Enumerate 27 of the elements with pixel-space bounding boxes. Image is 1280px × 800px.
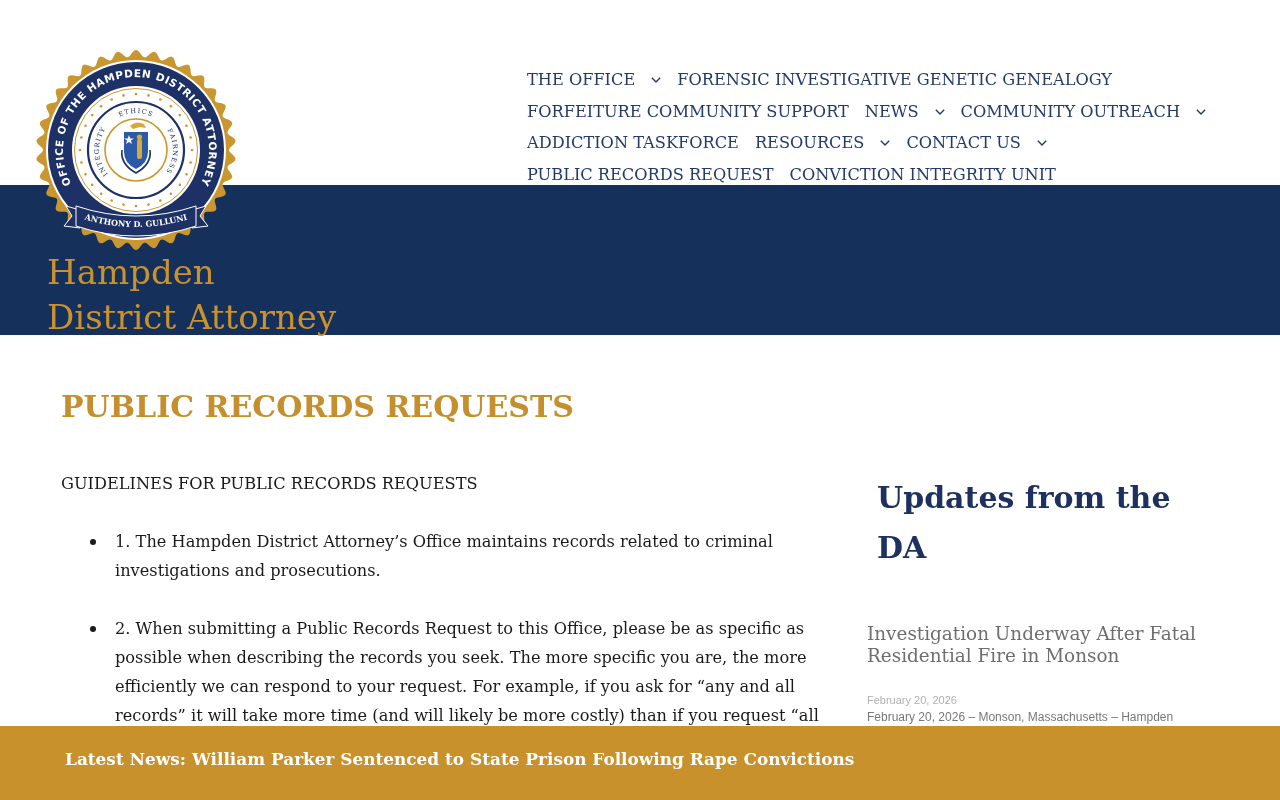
nav-link[interactable]: PUBLIC RECORDS REQUEST <box>527 164 774 185</box>
list-item-text: 1. The Hampden District Attorney’s Office maintains records related to criminal investigations and prosecutions. <box>115 531 774 582</box>
nav-link[interactable]: FORFEITURE COMMUNITY SUPPORT <box>527 101 849 122</box>
nav-link[interactable]: CONVICTION INTEGRITY UNIT <box>789 164 1056 185</box>
chevron-down-icon[interactable] <box>934 108 945 115</box>
post-date: February 20, 2026 <box>867 693 957 707</box>
list-item-text: 2. When submitting a Public Records Request to this Office, please be as specific as possible when describing the records you seek. The more specific you are, the more efficiently we can respond to your request. For example, if you ask for “any and all records” it will take more time (and will likely be more costly) than if you request “all <box>115 618 820 727</box>
section-heading: GUIDELINES FOR PUBLIC RECORDS REQUESTS <box>61 473 478 495</box>
chevron-down-icon[interactable] <box>1196 108 1207 115</box>
chevron-down-icon[interactable] <box>880 140 891 147</box>
post-title-link[interactable]: Investigation Underway After Fatal Residential Fire in Monson <box>867 623 1230 667</box>
chevron-down-icon[interactable] <box>651 76 662 83</box>
bullet-icon <box>90 539 96 545</box>
post-excerpt: February 20, 2026 – Monson, Massachusetts – Hampden <box>867 710 1174 724</box>
nav-link[interactable]: RESOURCES <box>754 133 865 154</box>
bullet-icon <box>90 626 96 632</box>
page-title: PUBLIC RECORDS REQUESTS <box>61 388 574 426</box>
chevron-down-icon[interactable] <box>1036 140 1047 147</box>
nav-link[interactable]: COMMUNITY OUTREACH <box>960 101 1181 122</box>
nav-link[interactable]: THE OFFICE <box>527 69 636 90</box>
sidebar-heading: Updates from the DA <box>877 479 1172 567</box>
nav-link[interactable]: NEWS <box>864 101 919 122</box>
nav-link[interactable]: CONTACT US <box>906 133 1021 154</box>
nav-link[interactable]: ADDICTION TASKFORCE <box>527 133 739 154</box>
nav-link[interactable]: FORENSIC INVESTIGATIVE GENETIC GENEALOGY <box>677 69 1113 90</box>
seal-banner-text: ANTHONY D. GULLUNI <box>83 211 189 229</box>
site-title-link[interactable]: Hampden District Attorney <box>47 250 337 340</box>
